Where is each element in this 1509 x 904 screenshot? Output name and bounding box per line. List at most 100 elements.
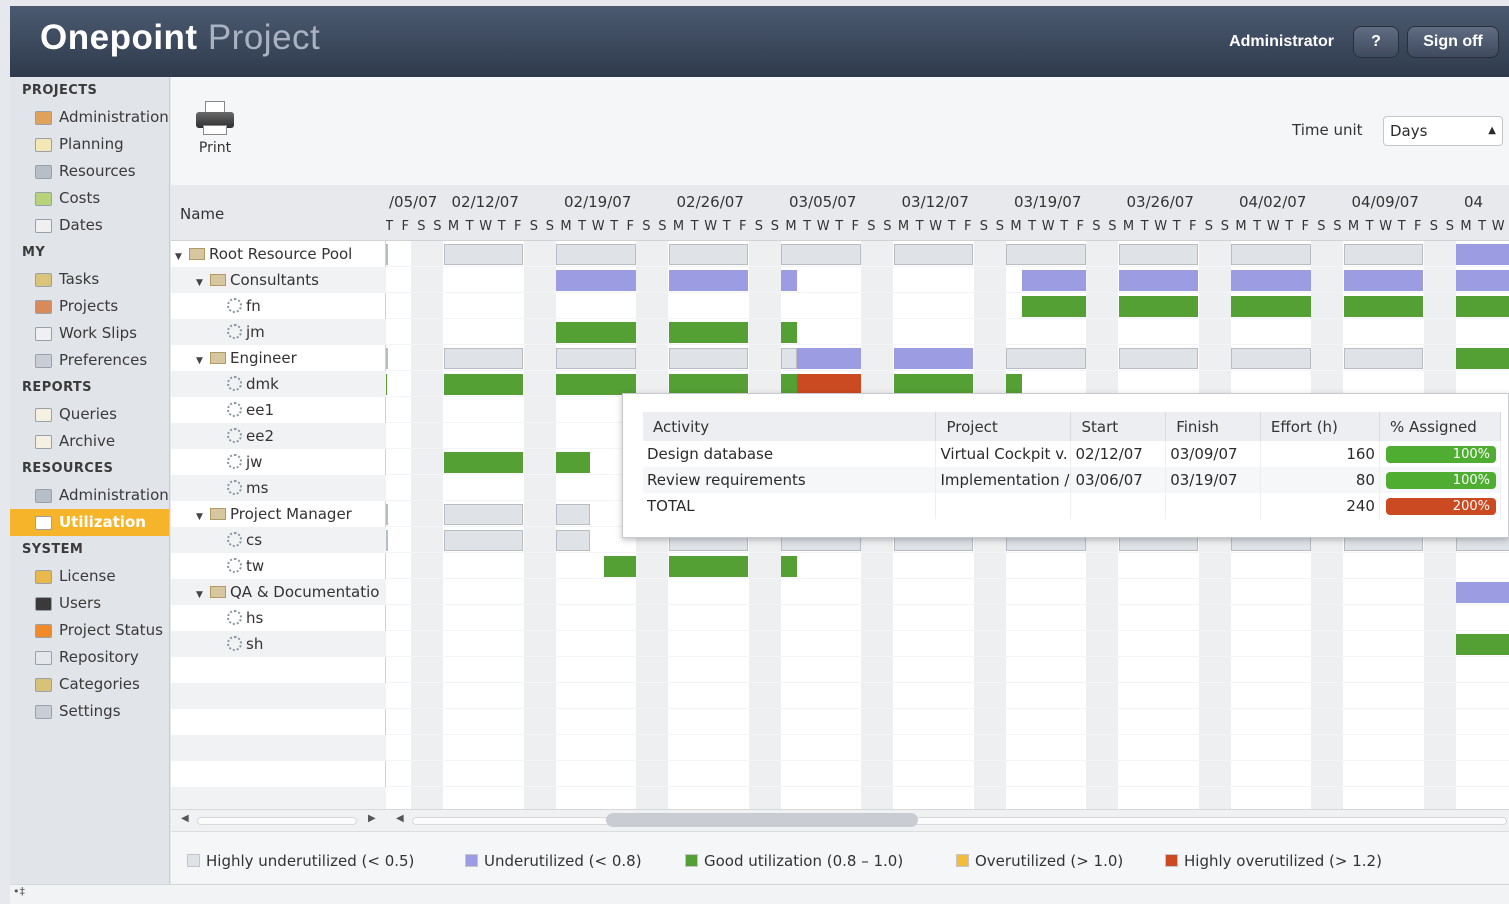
utilization-bar[interactable] xyxy=(386,374,388,395)
utilization-bar[interactable] xyxy=(1231,244,1311,265)
sidebar-item-dates[interactable]: Dates xyxy=(10,212,169,239)
utilization-bar[interactable] xyxy=(556,504,590,525)
utilization-bar[interactable] xyxy=(1343,244,1424,265)
utilization-bar[interactable] xyxy=(893,348,974,369)
utilization-bar[interactable] xyxy=(556,348,636,369)
utilization-bar[interactable] xyxy=(781,348,797,369)
column-header[interactable]: Project xyxy=(935,412,1072,441)
column-header[interactable]: % Assigned xyxy=(1379,412,1502,441)
utilization-bar[interactable] xyxy=(386,244,388,265)
utilization-bar[interactable] xyxy=(1343,270,1424,291)
utilization-bar[interactable] xyxy=(1118,296,1199,317)
expand-toggle-icon[interactable]: ▼ xyxy=(196,504,206,527)
scroll-left-icon[interactable]: ◀ xyxy=(181,813,189,824)
utilization-bar[interactable] xyxy=(1456,296,1509,317)
utilization-bar[interactable] xyxy=(556,374,636,395)
tree-folder-row[interactable]: ▼ Root Resource Pool xyxy=(171,241,386,267)
utilization-bar[interactable] xyxy=(1231,348,1311,369)
utilization-bar[interactable] xyxy=(443,348,524,369)
chart-scrollbar[interactable]: ◀ xyxy=(386,809,1509,831)
tree-resource-row[interactable]: jw xyxy=(171,449,386,475)
sidebar-item-work-slips[interactable]: Work Slips xyxy=(10,320,169,347)
sidebar-item-settings[interactable]: Settings xyxy=(10,698,169,725)
utilization-bar[interactable] xyxy=(604,556,636,577)
utilization-bar[interactable] xyxy=(796,374,861,395)
utilization-bar[interactable] xyxy=(1456,270,1509,291)
expand-toggle-icon[interactable]: ▼ xyxy=(196,270,206,293)
utilization-bar[interactable] xyxy=(386,504,388,525)
tree-resource-row[interactable]: jm xyxy=(171,319,386,345)
utilization-bar[interactable] xyxy=(1343,296,1424,317)
utilization-bar[interactable] xyxy=(668,244,749,265)
column-header[interactable]: Start xyxy=(1070,412,1167,441)
utilization-bar[interactable] xyxy=(556,452,590,473)
utilization-bar[interactable] xyxy=(893,374,974,395)
sidebar-item-projects[interactable]: Projects xyxy=(10,293,169,320)
sidebar-item-preferences[interactable]: Preferences xyxy=(10,347,169,374)
utilization-bar[interactable] xyxy=(1006,374,1022,395)
sidebar-item-project-status[interactable]: Project Status xyxy=(10,617,169,644)
expand-toggle-icon[interactable]: ▼ xyxy=(196,348,206,371)
sidebar-item-license[interactable]: License xyxy=(10,563,169,590)
utilization-bar[interactable] xyxy=(668,556,749,577)
sidebar-item-utilization[interactable]: Utilization xyxy=(10,509,169,536)
utilization-bar[interactable] xyxy=(796,348,861,369)
utilization-bar[interactable] xyxy=(1118,244,1199,265)
utilization-bar[interactable] xyxy=(1118,348,1199,369)
utilization-bar[interactable] xyxy=(1343,348,1424,369)
utilization-bar[interactable] xyxy=(556,244,636,265)
print-button[interactable]: Print xyxy=(193,101,237,156)
sidebar-item-repository[interactable]: Repository xyxy=(10,644,169,671)
utilization-bar[interactable] xyxy=(443,530,524,551)
sidebar-item-administration[interactable]: Administration xyxy=(10,104,169,131)
utilization-bar[interactable] xyxy=(1021,296,1086,317)
tree-resource-row[interactable]: ms xyxy=(171,475,386,501)
chart-scroll-thumb[interactable] xyxy=(606,813,918,827)
sidebar-item-users[interactable]: Users xyxy=(10,590,169,617)
sidebar-item-resources[interactable]: Resources xyxy=(10,158,169,185)
tree-folder-row[interactable]: ▼ Engineer xyxy=(171,345,386,371)
utilization-bar[interactable] xyxy=(1006,244,1086,265)
help-button[interactable]: ? xyxy=(1353,26,1399,58)
column-header[interactable]: Finish xyxy=(1165,412,1261,441)
tree-folder-row[interactable]: ▼ Project Manager xyxy=(171,501,386,527)
utilization-bar[interactable] xyxy=(1231,296,1311,317)
utilization-bar[interactable] xyxy=(1231,270,1311,291)
utilization-bar[interactable] xyxy=(443,244,524,265)
utilization-bar[interactable] xyxy=(781,374,797,395)
utilization-bar[interactable] xyxy=(668,374,749,395)
utilization-bar[interactable] xyxy=(1456,582,1509,603)
utilization-bar[interactable] xyxy=(443,452,524,473)
utilization-bar[interactable] xyxy=(1021,270,1086,291)
tree-scrollbar[interactable]: ◀ ▶ xyxy=(171,809,386,831)
utilization-bar[interactable] xyxy=(1118,270,1199,291)
tree-resource-row[interactable]: fn xyxy=(171,293,386,319)
utilization-bar[interactable] xyxy=(1006,348,1086,369)
tree-resource-row[interactable]: ee1 xyxy=(171,397,386,423)
chart-scroll-track[interactable] xyxy=(412,817,1507,825)
sidebar-item-costs[interactable]: Costs xyxy=(10,185,169,212)
sidebar-item-administration[interactable]: Administration xyxy=(10,482,169,509)
tree-resource-row[interactable]: hs xyxy=(171,605,386,631)
sidebar-item-queries[interactable]: Queries xyxy=(10,401,169,428)
sidebar-item-planning[interactable]: Planning xyxy=(10,131,169,158)
expand-toggle-icon[interactable]: ▼ xyxy=(175,244,185,267)
tree-folder-row[interactable]: ▼ Consultants xyxy=(171,267,386,293)
tree-scroll-track[interactable] xyxy=(197,817,357,825)
tree-resource-row[interactable]: ee2 xyxy=(171,423,386,449)
utilization-bar[interactable] xyxy=(1456,244,1509,265)
chart-scroll-left-icon[interactable]: ◀ xyxy=(396,813,404,824)
column-header[interactable]: Activity xyxy=(643,412,937,441)
utilization-bar[interactable] xyxy=(443,374,524,395)
utilization-bar[interactable] xyxy=(781,244,861,265)
scroll-right-icon[interactable]: ▶ xyxy=(368,813,376,824)
utilization-bar[interactable] xyxy=(556,530,590,551)
column-header[interactable]: Effort (h) xyxy=(1260,412,1380,441)
sidebar-item-tasks[interactable]: Tasks xyxy=(10,266,169,293)
utilization-bar[interactable] xyxy=(556,270,636,291)
sign-off-button[interactable]: Sign off xyxy=(1407,26,1499,58)
utilization-bar[interactable] xyxy=(443,504,524,525)
utilization-bar[interactable] xyxy=(386,348,388,369)
tree-resource-row[interactable]: tw xyxy=(171,553,386,579)
time-unit-select[interactable]: Days ▲ xyxy=(1383,116,1503,146)
